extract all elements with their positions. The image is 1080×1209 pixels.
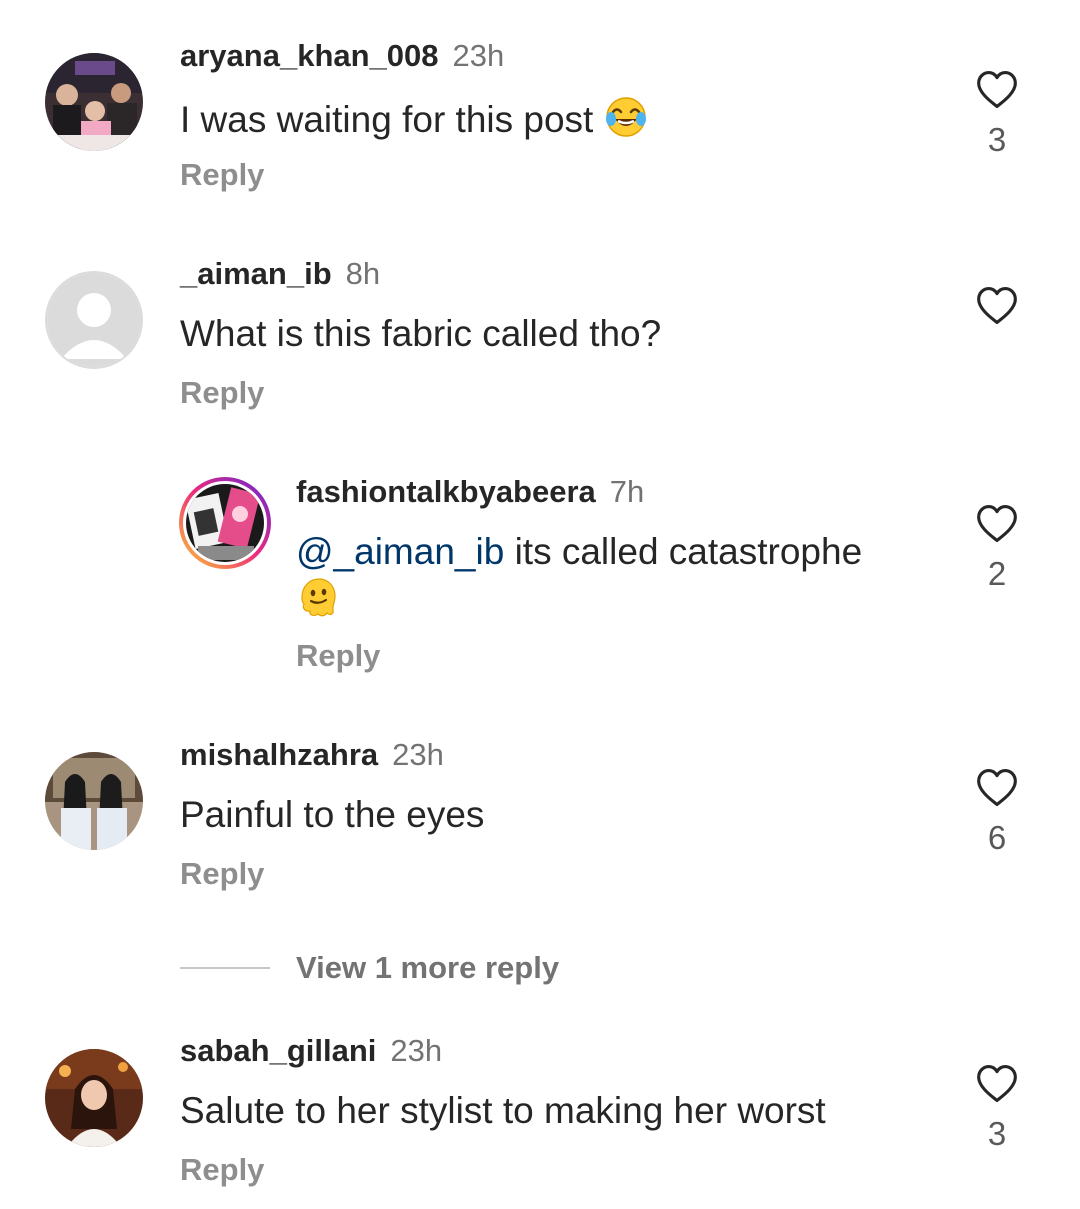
like-count[interactable]: 3 [975, 1116, 1019, 1152]
timestamp: 8h [345, 256, 381, 291]
timestamp: 23h [452, 38, 505, 73]
username[interactable]: fashiontalkbyabeera [296, 474, 596, 509]
reply-button[interactable]: Reply [180, 157, 264, 193]
comment-text: What is this fabric called tho? [180, 313, 662, 354]
avatar[interactable] [45, 271, 143, 369]
like-control: 3 [975, 1062, 1019, 1152]
username[interactable]: mishalhzahra [180, 737, 378, 772]
like-control: 3 [975, 68, 1019, 158]
username[interactable]: aryana_khan_008 [180, 38, 439, 73]
heart-icon[interactable] [975, 68, 1019, 112]
avatar[interactable] [45, 752, 143, 850]
reply-button[interactable]: Reply [180, 856, 264, 892]
divider [180, 967, 270, 969]
timestamp: 23h [390, 1033, 443, 1068]
like-count[interactable]: 6 [975, 820, 1019, 856]
reply-button[interactable]: Reply [180, 1152, 264, 1188]
username[interactable]: _aiman_ib [180, 256, 332, 291]
melting-face-emoji-icon [296, 575, 340, 629]
like-count[interactable]: 2 [975, 556, 1019, 592]
view-more-replies[interactable]: View 1 more reply [180, 950, 559, 986]
heart-icon[interactable] [975, 284, 1019, 328]
comment-text-body: I was waiting for this post [180, 98, 604, 140]
heart-icon[interactable] [975, 502, 1019, 546]
reply-button[interactable]: Reply [296, 638, 380, 674]
laughing-tears-emoji-icon [604, 95, 648, 149]
heart-icon[interactable] [975, 1062, 1019, 1106]
comment-text-line2 [296, 575, 340, 629]
like-control [975, 284, 1019, 338]
comment-text-body: its called catastrophe [504, 531, 863, 572]
reply-button[interactable]: Reply [180, 375, 264, 411]
view-more-replies-label[interactable]: View 1 more reply [296, 950, 559, 986]
avatar[interactable] [45, 53, 143, 151]
heart-icon[interactable] [975, 766, 1019, 810]
like-count[interactable]: 3 [975, 122, 1019, 158]
like-control: 6 [975, 766, 1019, 856]
username[interactable]: sabah_gillani [180, 1033, 376, 1068]
comment-text: I was waiting for this post [180, 95, 648, 149]
comment-text: Painful to the eyes [180, 794, 485, 835]
timestamp: 23h [392, 737, 444, 772]
timestamp: 7h [609, 474, 645, 509]
comment-text: @_aiman_ib its called catastrophe [296, 530, 862, 574]
avatar[interactable] [45, 1049, 143, 1147]
mention-link[interactable]: @_aiman_ib [296, 531, 504, 572]
like-control: 2 [975, 502, 1019, 592]
avatar-story-ring[interactable] [178, 476, 272, 570]
comment-text: Salute to her stylist to making her wors… [180, 1090, 826, 1131]
